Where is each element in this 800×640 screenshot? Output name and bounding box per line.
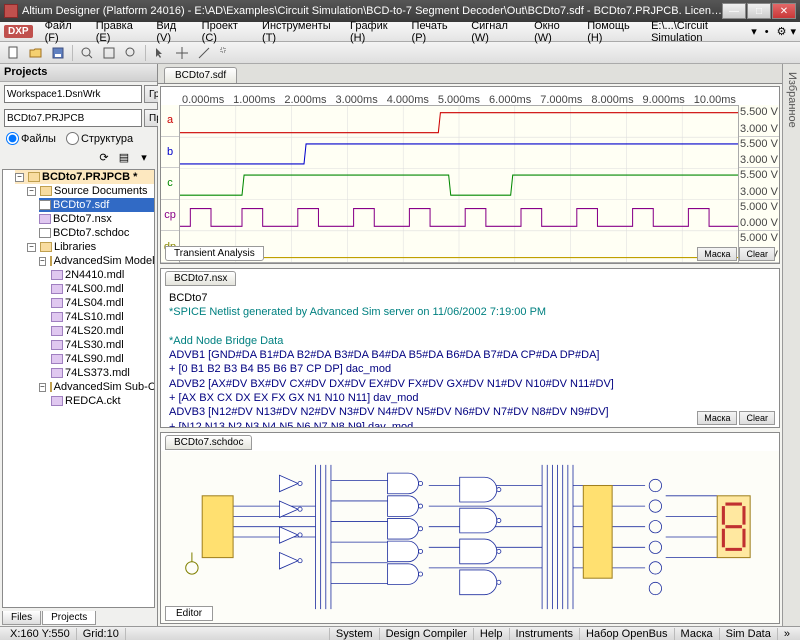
waveform-plot[interactable]: 0.000ms1.000ms2.000ms3.000ms4.000ms5.000…	[179, 105, 739, 263]
zoom-out-icon[interactable]	[121, 44, 141, 62]
clear-button[interactable]: Clear	[739, 247, 775, 261]
tree-item-nsx[interactable]: BCDto7.nsx	[39, 212, 154, 226]
clear-button[interactable]: Clear	[739, 411, 775, 425]
status-design-compiler[interactable]: Design Compiler	[379, 628, 473, 640]
status-bar: X:160 Y:550 Grid:10 System Design Compil…	[0, 626, 800, 640]
mask-button[interactable]: Маска	[697, 247, 737, 261]
menu-project[interactable]: Проект (C)	[196, 18, 256, 46]
settings-icon[interactable]: ⚙	[777, 25, 787, 38]
tree-mdl[interactable]: 74LS04.mdl	[51, 296, 154, 310]
files-tab[interactable]: Files	[2, 611, 41, 625]
zoom-in-icon[interactable]	[77, 44, 97, 62]
waveform-panel: a b c cp dp 0.000ms1.000ms2.000ms3.000ms…	[160, 86, 780, 264]
measure-icon[interactable]	[194, 44, 214, 62]
tree-mdl[interactable]: 74LS373.mdl	[51, 366, 154, 380]
tree-mdl[interactable]: 74LS90.mdl	[51, 352, 154, 366]
status-more-icon[interactable]: »	[777, 628, 796, 640]
workspace-select[interactable]	[4, 85, 142, 103]
menu-dropdown-icon[interactable]: ▾	[790, 25, 796, 38]
schematic-tab[interactable]: BCDto7.schdoc	[165, 435, 252, 450]
signal-label[interactable]: c	[161, 168, 179, 200]
tree-project-root: − BCDto7.PRJPCB *	[15, 170, 154, 184]
structure-radio[interactable]: Структура	[66, 132, 133, 145]
menu-bar: DXP Файл (F) Правка (E) Вид (V) Проект (…	[0, 22, 800, 42]
save-icon[interactable]	[48, 44, 68, 62]
zoom-fit-icon[interactable]	[99, 44, 119, 62]
schematic-panel: BCDto7.schdoc	[160, 432, 780, 624]
editor-tab[interactable]: Editor	[165, 606, 213, 621]
signal-label[interactable]: a	[161, 105, 179, 137]
rside-favorites[interactable]: Избранное	[786, 72, 798, 618]
tree-lib-models: − AdvancedSim Models	[39, 254, 154, 268]
menu-graph[interactable]: График (H)	[344, 18, 406, 46]
projects-panel: Projects Группа Проект Файлы Структура ⟳…	[0, 64, 158, 626]
schematic-canvas[interactable]	[161, 451, 779, 623]
signal-label[interactable]: cp	[161, 200, 179, 232]
filter-icon[interactable]: ▤	[115, 149, 133, 165]
files-radio[interactable]: Файлы	[6, 132, 56, 145]
tree-ckt[interactable]: REDCA.ckt	[51, 394, 154, 408]
netlist-tab[interactable]: BCDto7.nsx	[165, 271, 236, 286]
menu-view[interactable]: Вид (V)	[150, 18, 195, 46]
signal-label[interactable]: b	[161, 137, 179, 169]
document-tab[interactable]: BCDto7.sdf	[164, 67, 237, 83]
tree-mdl[interactable]: 74LS20.mdl	[51, 324, 154, 338]
breadcrumb-path[interactable]: E:\...\Circuit Simulation	[647, 18, 747, 46]
new-doc-icon[interactable]	[4, 44, 24, 62]
open-icon[interactable]	[26, 44, 46, 62]
project-tree[interactable]: − BCDto7.PRJPCB * − Source Documents BCD…	[2, 169, 155, 608]
app-icon	[4, 4, 18, 18]
menu-print[interactable]: Печать (P)	[406, 18, 466, 46]
menu-file[interactable]: Файл (F)	[39, 18, 90, 46]
netlist-panel: BCDto7.nsx BCDto7 *SPICE Netlist generat…	[160, 268, 780, 428]
projects-tab[interactable]: Projects	[42, 611, 96, 625]
menu-tools[interactable]: Инструменты (T)	[256, 18, 344, 46]
tree-source-docs: − Source Documents	[27, 184, 154, 198]
mask-button[interactable]: Маска	[697, 411, 737, 425]
select-icon[interactable]	[216, 44, 236, 62]
status-openbus[interactable]: Набор OpenBus	[579, 628, 674, 640]
project-field[interactable]	[4, 109, 142, 127]
menu-help[interactable]: Помощь (H)	[581, 18, 647, 46]
status-mask[interactable]: Маска	[674, 628, 719, 640]
dropdown-icon[interactable]: ▾	[751, 25, 757, 38]
status-simdata[interactable]: Sim Data	[719, 628, 777, 640]
window-title: Altium Designer (Platform 24016) - E:\AD…	[22, 5, 722, 17]
projects-title: Projects	[0, 64, 157, 82]
tree-lib-subcirc: − AdvancedSim Sub-Circ...	[39, 380, 154, 394]
right-side-tabs: Избранное Буфер Библиотеки екстил	[782, 64, 800, 626]
tree-libraries: − Libraries	[27, 240, 154, 254]
cursor-icon[interactable]	[150, 44, 170, 62]
tree-item-sdf[interactable]: BCDto7.sdf	[39, 198, 154, 212]
status-grid: Grid:10	[77, 628, 126, 640]
tree-mdl[interactable]: 2N4410.mdl	[51, 268, 154, 282]
tree-options-icon[interactable]: ▾	[135, 149, 153, 165]
menu-signal[interactable]: Сигнал (W)	[465, 18, 528, 46]
content-area: BCDto7.sdf a b c cp dp 0.000ms1.000ms2.0…	[158, 64, 782, 626]
status-system[interactable]: System	[329, 628, 379, 640]
status-coord: X:160 Y:550	[4, 628, 77, 640]
tree-mdl[interactable]: 74LS10.mdl	[51, 310, 154, 324]
status-help[interactable]: Help	[473, 628, 509, 640]
tree-item-schdoc[interactable]: BCDto7.schdoc	[39, 226, 154, 240]
netlist-text[interactable]: BCDto7 *SPICE Netlist generated by Advan…	[161, 287, 779, 427]
status-instruments[interactable]: Instruments	[509, 628, 579, 640]
menu-window[interactable]: Окно (W)	[528, 18, 581, 46]
refresh-icon[interactable]: ⟳	[95, 149, 113, 165]
menu-edit[interactable]: Правка (E)	[90, 18, 151, 46]
crosshair-icon[interactable]	[172, 44, 192, 62]
tree-mdl[interactable]: 74LS30.mdl	[51, 338, 154, 352]
tree-mdl[interactable]: 74LS00.mdl	[51, 282, 154, 296]
dxp-button[interactable]: DXP	[4, 25, 33, 38]
transient-analysis-tab[interactable]: Transient Analysis	[165, 246, 264, 261]
